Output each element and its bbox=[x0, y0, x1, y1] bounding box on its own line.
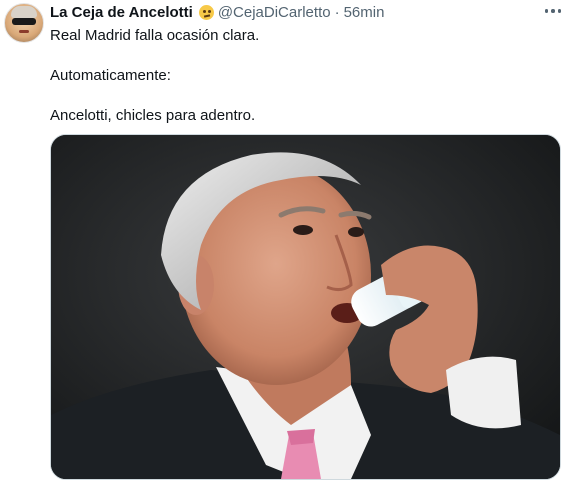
tweet-text-line: Automaticamente: bbox=[50, 67, 171, 84]
avatar-hair bbox=[11, 6, 37, 18]
man-drinking-from-gum-bottle-photo bbox=[51, 135, 560, 479]
avatar-mouth bbox=[19, 30, 29, 33]
tweet-header: La Ceja de Ancelotti @CejaDiCarletto · 5… bbox=[50, 3, 384, 21]
separator-dot: · bbox=[334, 3, 340, 21]
tweet-text: Real Madrid falla ocasión clara. Automat… bbox=[50, 26, 555, 126]
more-horizontal-icon[interactable] bbox=[544, 9, 561, 13]
tweet-media-photo[interactable] bbox=[50, 134, 561, 480]
author-name[interactable]: La Ceja de Ancelotti bbox=[50, 4, 193, 21]
author-handle[interactable]: @CejaDiCarletto bbox=[218, 4, 331, 21]
face-with-raised-eyebrow-icon bbox=[198, 4, 214, 20]
tweet-text-line: Ancelotti, chicles para adentro. bbox=[50, 107, 256, 124]
avatar[interactable] bbox=[4, 3, 44, 43]
tweet[interactable]: La Ceja de Ancelotti @CejaDiCarletto · 5… bbox=[0, 0, 575, 487]
timestamp[interactable]: 56min bbox=[344, 4, 385, 21]
avatar-glasses bbox=[12, 18, 36, 25]
tweet-text-line: Real Madrid falla ocasión clara. bbox=[50, 27, 260, 44]
